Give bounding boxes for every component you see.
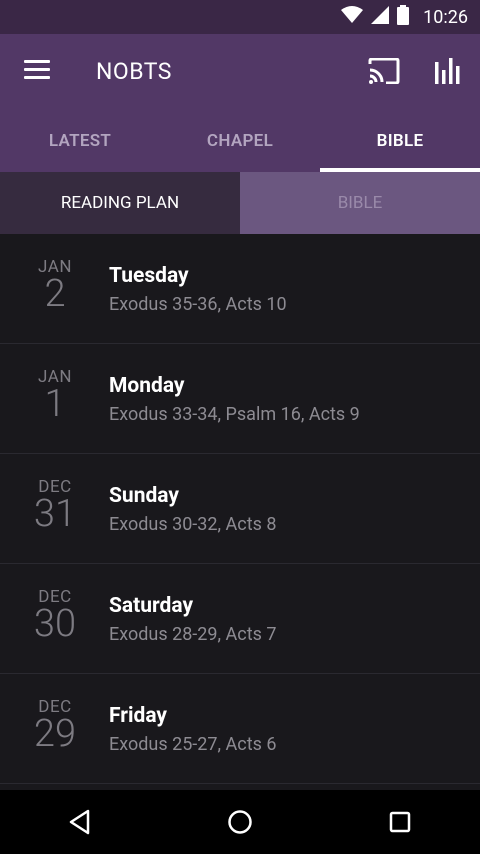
hamburger-menu-icon[interactable]	[24, 60, 50, 80]
battery-icon	[397, 5, 410, 29]
passage-label: Exodus 35-36, Acts 10	[109, 294, 287, 315]
recents-square-icon[interactable]	[370, 797, 430, 847]
tab-bible[interactable]: BIBLE	[320, 110, 480, 172]
date-day: 2	[44, 272, 66, 316]
list-item[interactable]: JAN 1 Monday Exodus 33-34, Psalm 16, Act…	[0, 344, 480, 454]
date-day: 29	[33, 712, 77, 756]
app-bar: NOBTS	[0, 34, 480, 110]
date-day: 1	[44, 382, 66, 426]
weekday-label: Friday	[109, 704, 167, 728]
weekday-label: Monday	[109, 374, 185, 398]
wifi-icon	[341, 6, 364, 28]
status-time: 10:26	[423, 6, 468, 28]
cast-icon[interactable]	[368, 57, 400, 88]
weekday-label: Sunday	[109, 484, 179, 508]
passage-label: Exodus 30-32, Acts 8	[109, 514, 277, 535]
weekday-label: Saturday	[109, 594, 194, 618]
date-block: DEC 29	[24, 698, 86, 756]
segment-reading-plan[interactable]: READING PLAN	[0, 172, 240, 234]
list-item[interactable]: DEC 29 Friday Exodus 25-27, Acts 6	[0, 674, 480, 784]
bar-chart-icon[interactable]	[434, 56, 462, 88]
app-title: NOBTS	[96, 58, 172, 85]
list-item[interactable]: DEC 31 Sunday Exodus 30-32, Acts 8	[0, 454, 480, 564]
date-block: JAN 1	[24, 368, 86, 426]
system-nav-bar	[0, 790, 480, 854]
date-day: 30	[33, 602, 77, 646]
segment-bible[interactable]: BIBLE	[240, 172, 480, 234]
date-block: JAN 2	[24, 258, 86, 316]
date-block: DEC 31	[24, 478, 86, 536]
tab-latest[interactable]: LATEST	[0, 110, 160, 172]
segmented-control: READING PLAN BIBLE	[0, 172, 480, 234]
date-day: 31	[33, 492, 77, 536]
back-triangle-icon[interactable]	[50, 797, 110, 847]
passage-label: Exodus 33-34, Psalm 16, Acts 9	[109, 404, 360, 425]
tab-chapel[interactable]: CHAPEL	[160, 110, 320, 172]
weekday-label: Tuesday	[109, 264, 189, 288]
passage-label: Exodus 25-27, Acts 6	[109, 734, 277, 755]
list-item[interactable]: JAN 2 Tuesday Exodus 35-36, Acts 10	[0, 234, 480, 344]
status-bar: 10:26	[0, 0, 480, 34]
date-block: DEC 30	[24, 588, 86, 646]
signal-icon	[371, 6, 390, 28]
reading-plan-list: JAN 2 Tuesday Exodus 35-36, Acts 10 JAN …	[0, 234, 480, 784]
home-circle-icon[interactable]	[210, 797, 270, 847]
list-item[interactable]: DEC 30 Saturday Exodus 28-29, Acts 7	[0, 564, 480, 674]
passage-label: Exodus 28-29, Acts 7	[109, 624, 277, 645]
main-tabs: LATEST CHAPEL BIBLE	[0, 110, 480, 172]
